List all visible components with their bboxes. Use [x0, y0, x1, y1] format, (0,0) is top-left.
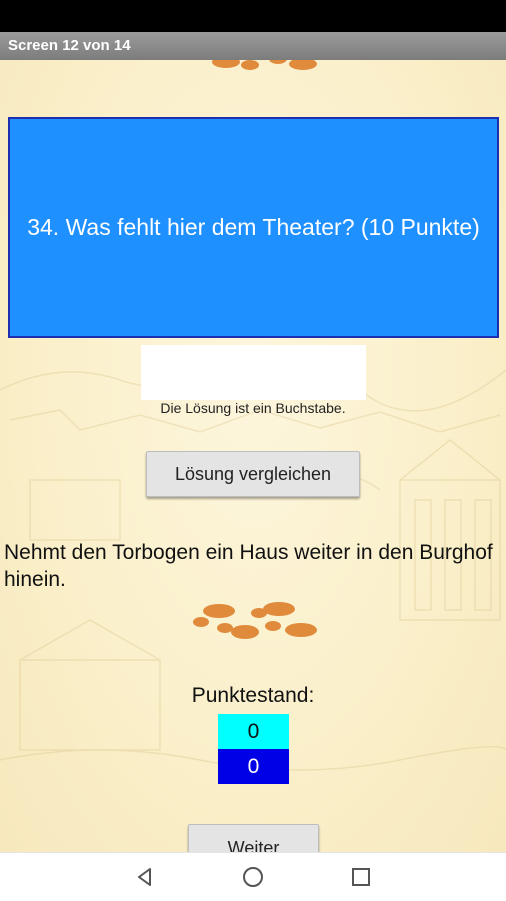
score-value-1: 0	[218, 714, 289, 749]
score-value-2: 0	[218, 749, 289, 784]
main-content[interactable]: 34. Was fehlt hier dem Theater? (10 Punk…	[0, 60, 506, 852]
navigation-bar	[0, 852, 506, 901]
status-bar	[0, 0, 506, 32]
next-button[interactable]: Weiter	[188, 824, 319, 852]
footprints-icon	[212, 60, 317, 70]
question-box: 34. Was fehlt hier dem Theater? (10 Punk…	[8, 117, 499, 338]
score-label: Punktestand:	[191, 684, 315, 707]
compare-solution-button[interactable]: Lösung vergleichen	[146, 451, 360, 497]
recents-icon[interactable]	[349, 865, 373, 889]
answer-input[interactable]	[141, 345, 366, 400]
hint-text: Die Lösung ist ein Buchstabe.	[160, 400, 346, 416]
question-text: 34. Was fehlt hier dem Theater? (10 Punk…	[27, 214, 480, 240]
back-icon[interactable]	[133, 865, 157, 889]
instruction-text: Nehmt den Torbogen ein Haus weiter in de…	[4, 541, 493, 591]
app-title: Screen 12 von 14	[8, 37, 131, 54]
footprints-icon	[193, 602, 317, 639]
home-icon[interactable]	[241, 865, 265, 889]
app-title-bar: Screen 12 von 14	[0, 32, 506, 60]
